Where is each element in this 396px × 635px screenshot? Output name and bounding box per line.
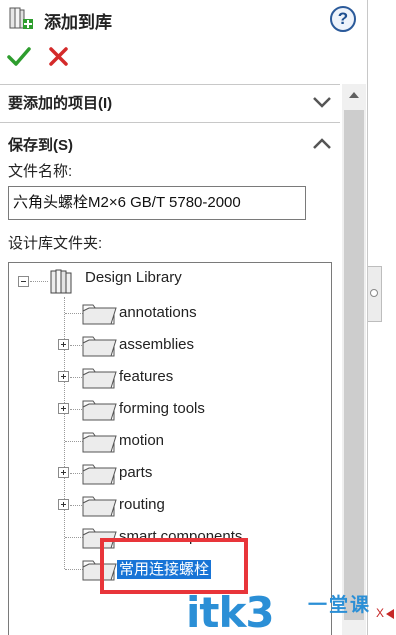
check-icon xyxy=(7,47,31,66)
chevron-up-icon[interactable] xyxy=(312,134,332,154)
folder-icon xyxy=(81,300,117,326)
watermark: itk3 一堂课 xyxy=(186,588,386,635)
tree-item-label: features xyxy=(119,368,174,385)
folder-icon xyxy=(81,332,117,358)
file-name-input[interactable]: 六角头螺栓M2×6 GB/T 5780-2000 xyxy=(8,186,306,220)
help-icon[interactable]: ? xyxy=(330,6,356,32)
expand-icon[interactable] xyxy=(58,499,69,510)
folder-icon xyxy=(81,428,117,454)
library-books-icon xyxy=(49,267,77,295)
vertical-scrollbar[interactable] xyxy=(342,84,366,635)
cancel-button[interactable] xyxy=(46,44,72,70)
tree-item-label: assemblies xyxy=(119,336,195,353)
panel-splitter-handle[interactable] xyxy=(368,266,382,322)
expand-icon[interactable] xyxy=(58,467,69,478)
add-to-library-icon xyxy=(8,6,34,32)
x-icon xyxy=(49,47,68,66)
axis-arrow-icon xyxy=(386,609,394,619)
action-bar xyxy=(0,40,368,76)
tree-item-label: routing xyxy=(119,496,165,513)
tree-item-label: annotations xyxy=(119,304,197,321)
expand-icon[interactable] xyxy=(58,371,69,382)
scroll-thumb[interactable] xyxy=(344,110,364,620)
folder-icon xyxy=(81,460,117,486)
items-to-add-label: 要添加的项目(I) xyxy=(8,95,113,112)
splitter-grip-icon xyxy=(370,289,378,297)
expand-icon[interactable] xyxy=(58,339,69,350)
file-name-label: 文件名称: xyxy=(8,163,73,180)
folder-icon xyxy=(81,492,117,518)
tree-item-label: parts xyxy=(119,464,153,481)
tree-connector xyxy=(30,281,48,282)
expand-icon[interactable] xyxy=(58,403,69,414)
tree-connector xyxy=(64,297,65,569)
add-to-library-panel: 添加到库 ? 要添加的项目(I) 保存到(S) 文件名称: 六角头螺栓M2×6 … xyxy=(0,0,368,635)
axis-label-x: X xyxy=(376,606,385,620)
folder-icon xyxy=(81,396,117,422)
panel-header: 添加到库 ? xyxy=(0,0,368,36)
ok-button[interactable] xyxy=(6,44,32,70)
panel-title: 添加到库 xyxy=(44,13,112,32)
save-to-label: 保存到(S) xyxy=(8,137,73,154)
separator xyxy=(0,122,340,123)
scroll-up-arrow[interactable] xyxy=(342,84,366,106)
items-to-add-section-header[interactable]: 要添加的项目(I) xyxy=(0,88,340,116)
collapse-icon[interactable] xyxy=(18,276,29,287)
tree-root-label[interactable]: Design Library xyxy=(85,269,182,286)
highlight-box xyxy=(100,538,248,594)
tree-item-label: forming tools xyxy=(119,400,205,417)
watermark-brand: itk3 xyxy=(186,588,275,635)
tree-item-label: motion xyxy=(119,432,165,449)
save-to-section-header[interactable]: 保存到(S) xyxy=(0,130,340,158)
watermark-suffix: 一堂课 xyxy=(308,595,372,616)
separator xyxy=(0,84,340,85)
chevron-down-icon[interactable] xyxy=(312,92,332,112)
folder-label: 设计库文件夹: xyxy=(8,235,103,252)
folder-icon xyxy=(81,364,117,390)
